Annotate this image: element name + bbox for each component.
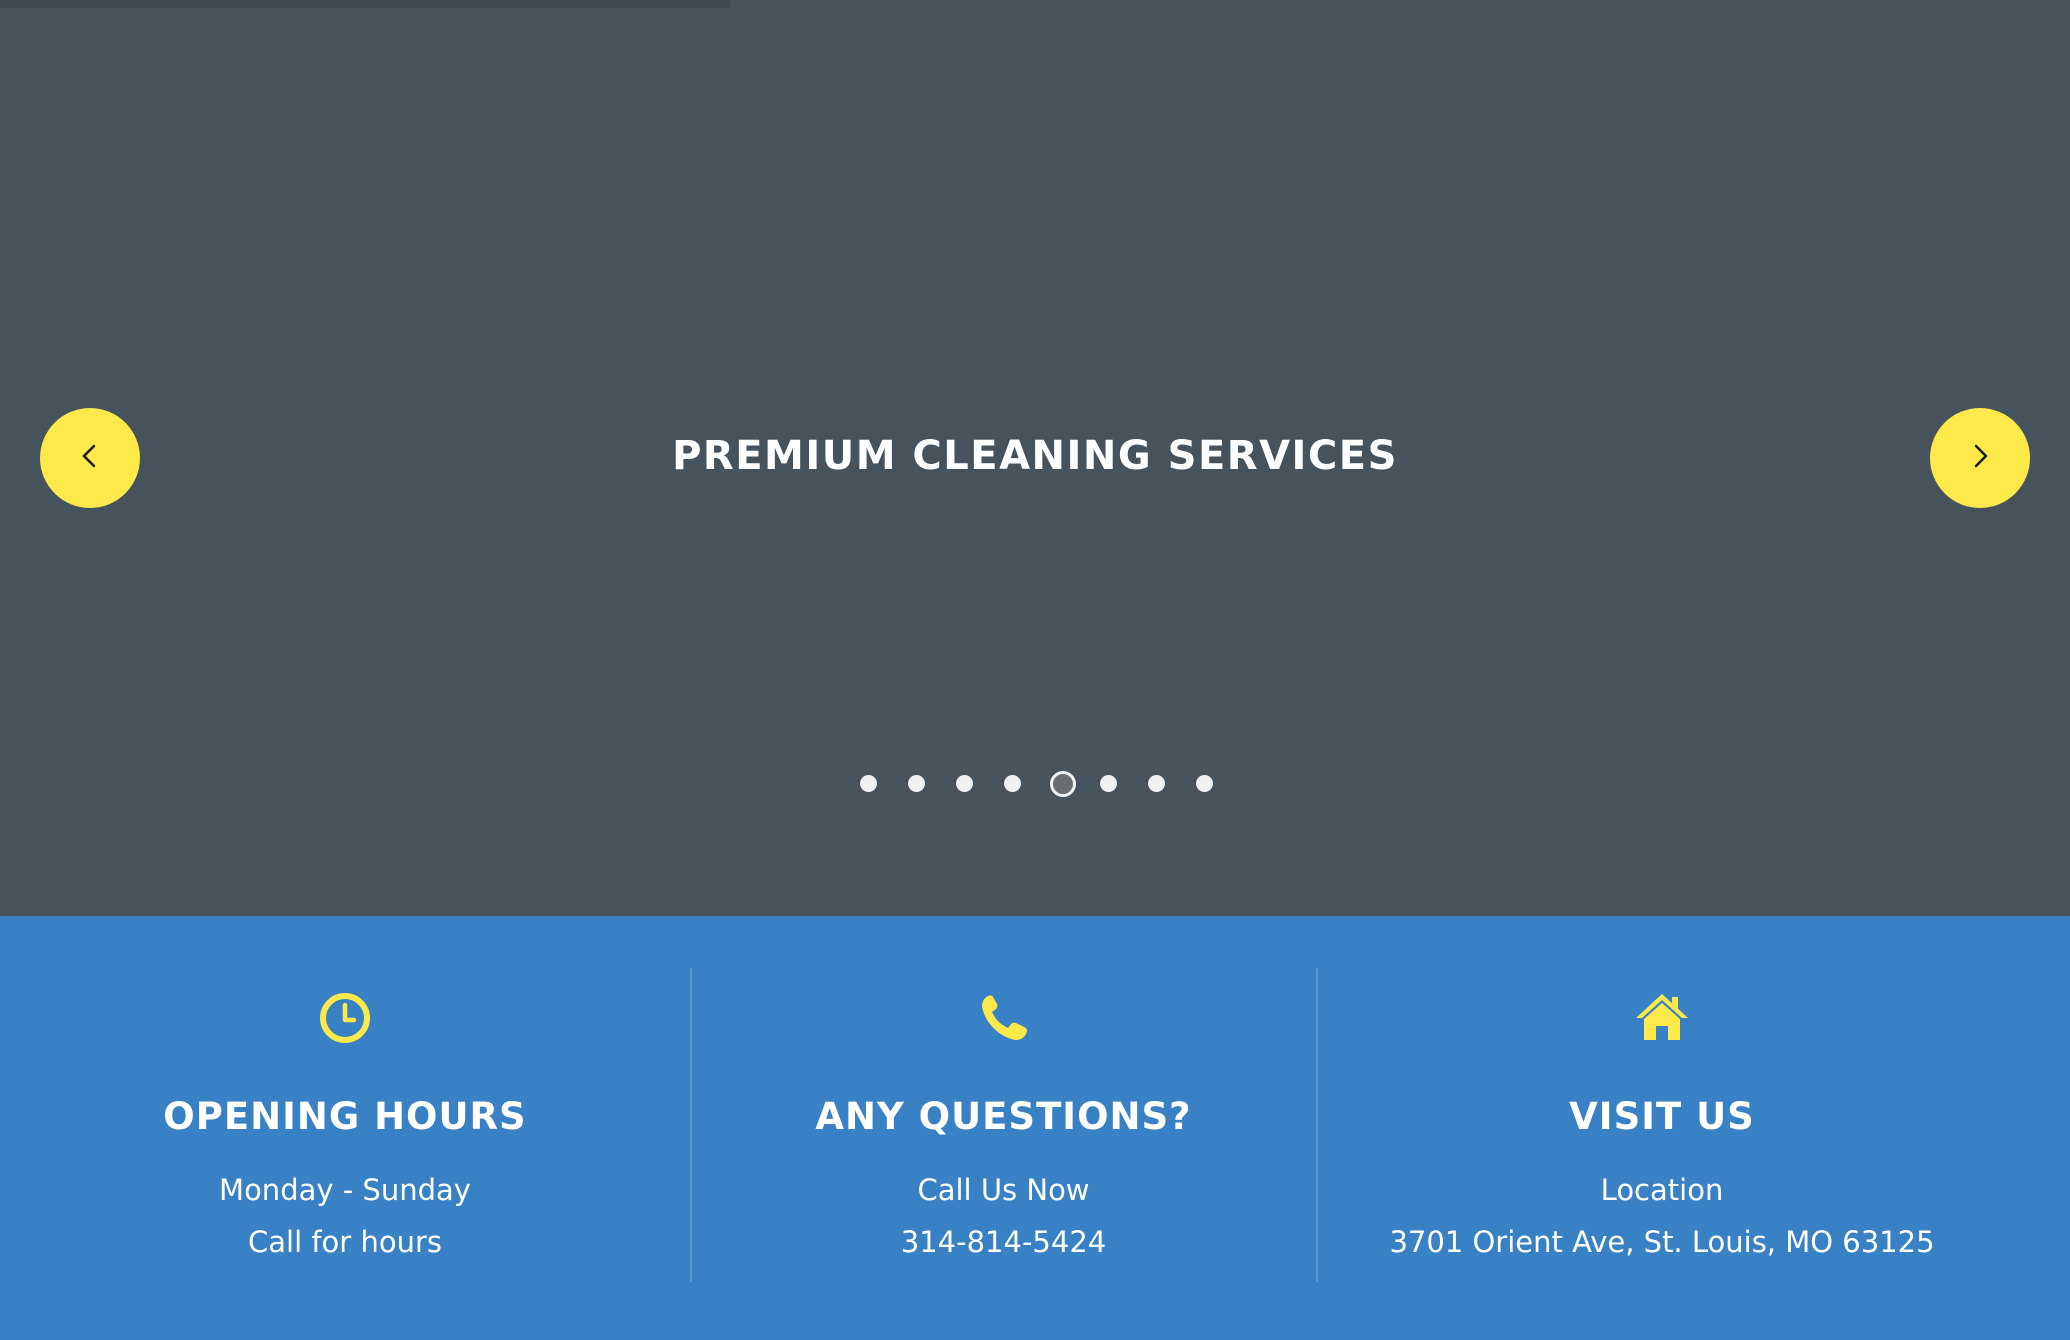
slider-dot-6[interactable] xyxy=(1100,775,1117,792)
slider-dot-8[interactable] xyxy=(1196,775,1213,792)
chevron-right-icon xyxy=(1964,440,1996,476)
clock-icon xyxy=(315,988,375,1048)
slider-dot-3[interactable] xyxy=(956,775,973,792)
slider-dot-2[interactable] xyxy=(908,775,925,792)
hero-title: PREMIUM CLEANING SERVICES xyxy=(672,433,1398,479)
visit-us-column: VISIT US Location 3701 Orient Ave, St. L… xyxy=(1317,916,2007,1340)
opening-hours-note: Call for hours xyxy=(248,1225,442,1259)
questions-column: ANY QUESTIONS? Call Us Now 314-814-5424 xyxy=(690,916,1317,1340)
address[interactable]: 3701 Orient Ave, St. Louis, MO 63125 xyxy=(1317,1222,2007,1262)
slider-dot-4[interactable] xyxy=(1004,775,1021,792)
opening-hours-heading: OPENING HOURS xyxy=(163,1095,527,1138)
slider-dot-5-active[interactable] xyxy=(1050,771,1076,797)
home-icon xyxy=(1632,988,1692,1048)
slider-dot-7[interactable] xyxy=(1148,775,1165,792)
call-us-label: Call Us Now xyxy=(917,1173,1090,1207)
location-label: Location xyxy=(1600,1173,1724,1207)
opening-hours-column: OPENING HOURS Monday - Sunday Call for h… xyxy=(0,916,690,1340)
opening-hours-days: Monday - Sunday xyxy=(219,1173,471,1207)
phone-number[interactable]: 314-814-5424 xyxy=(690,1222,1317,1262)
slider-pagination xyxy=(0,767,2070,797)
phone-icon xyxy=(974,988,1034,1048)
visit-us-heading: VISIT US xyxy=(1569,1095,1755,1138)
slider-dot-1[interactable] xyxy=(860,775,877,792)
slider-next-button[interactable] xyxy=(1930,408,2030,508)
top-strip xyxy=(0,0,730,8)
questions-heading: ANY QUESTIONS? xyxy=(815,1095,1192,1138)
hero-slider: PREMIUM CLEANING SERVICES xyxy=(0,0,2070,916)
info-bar: OPENING HOURS Monday - Sunday Call for h… xyxy=(0,916,2070,1340)
